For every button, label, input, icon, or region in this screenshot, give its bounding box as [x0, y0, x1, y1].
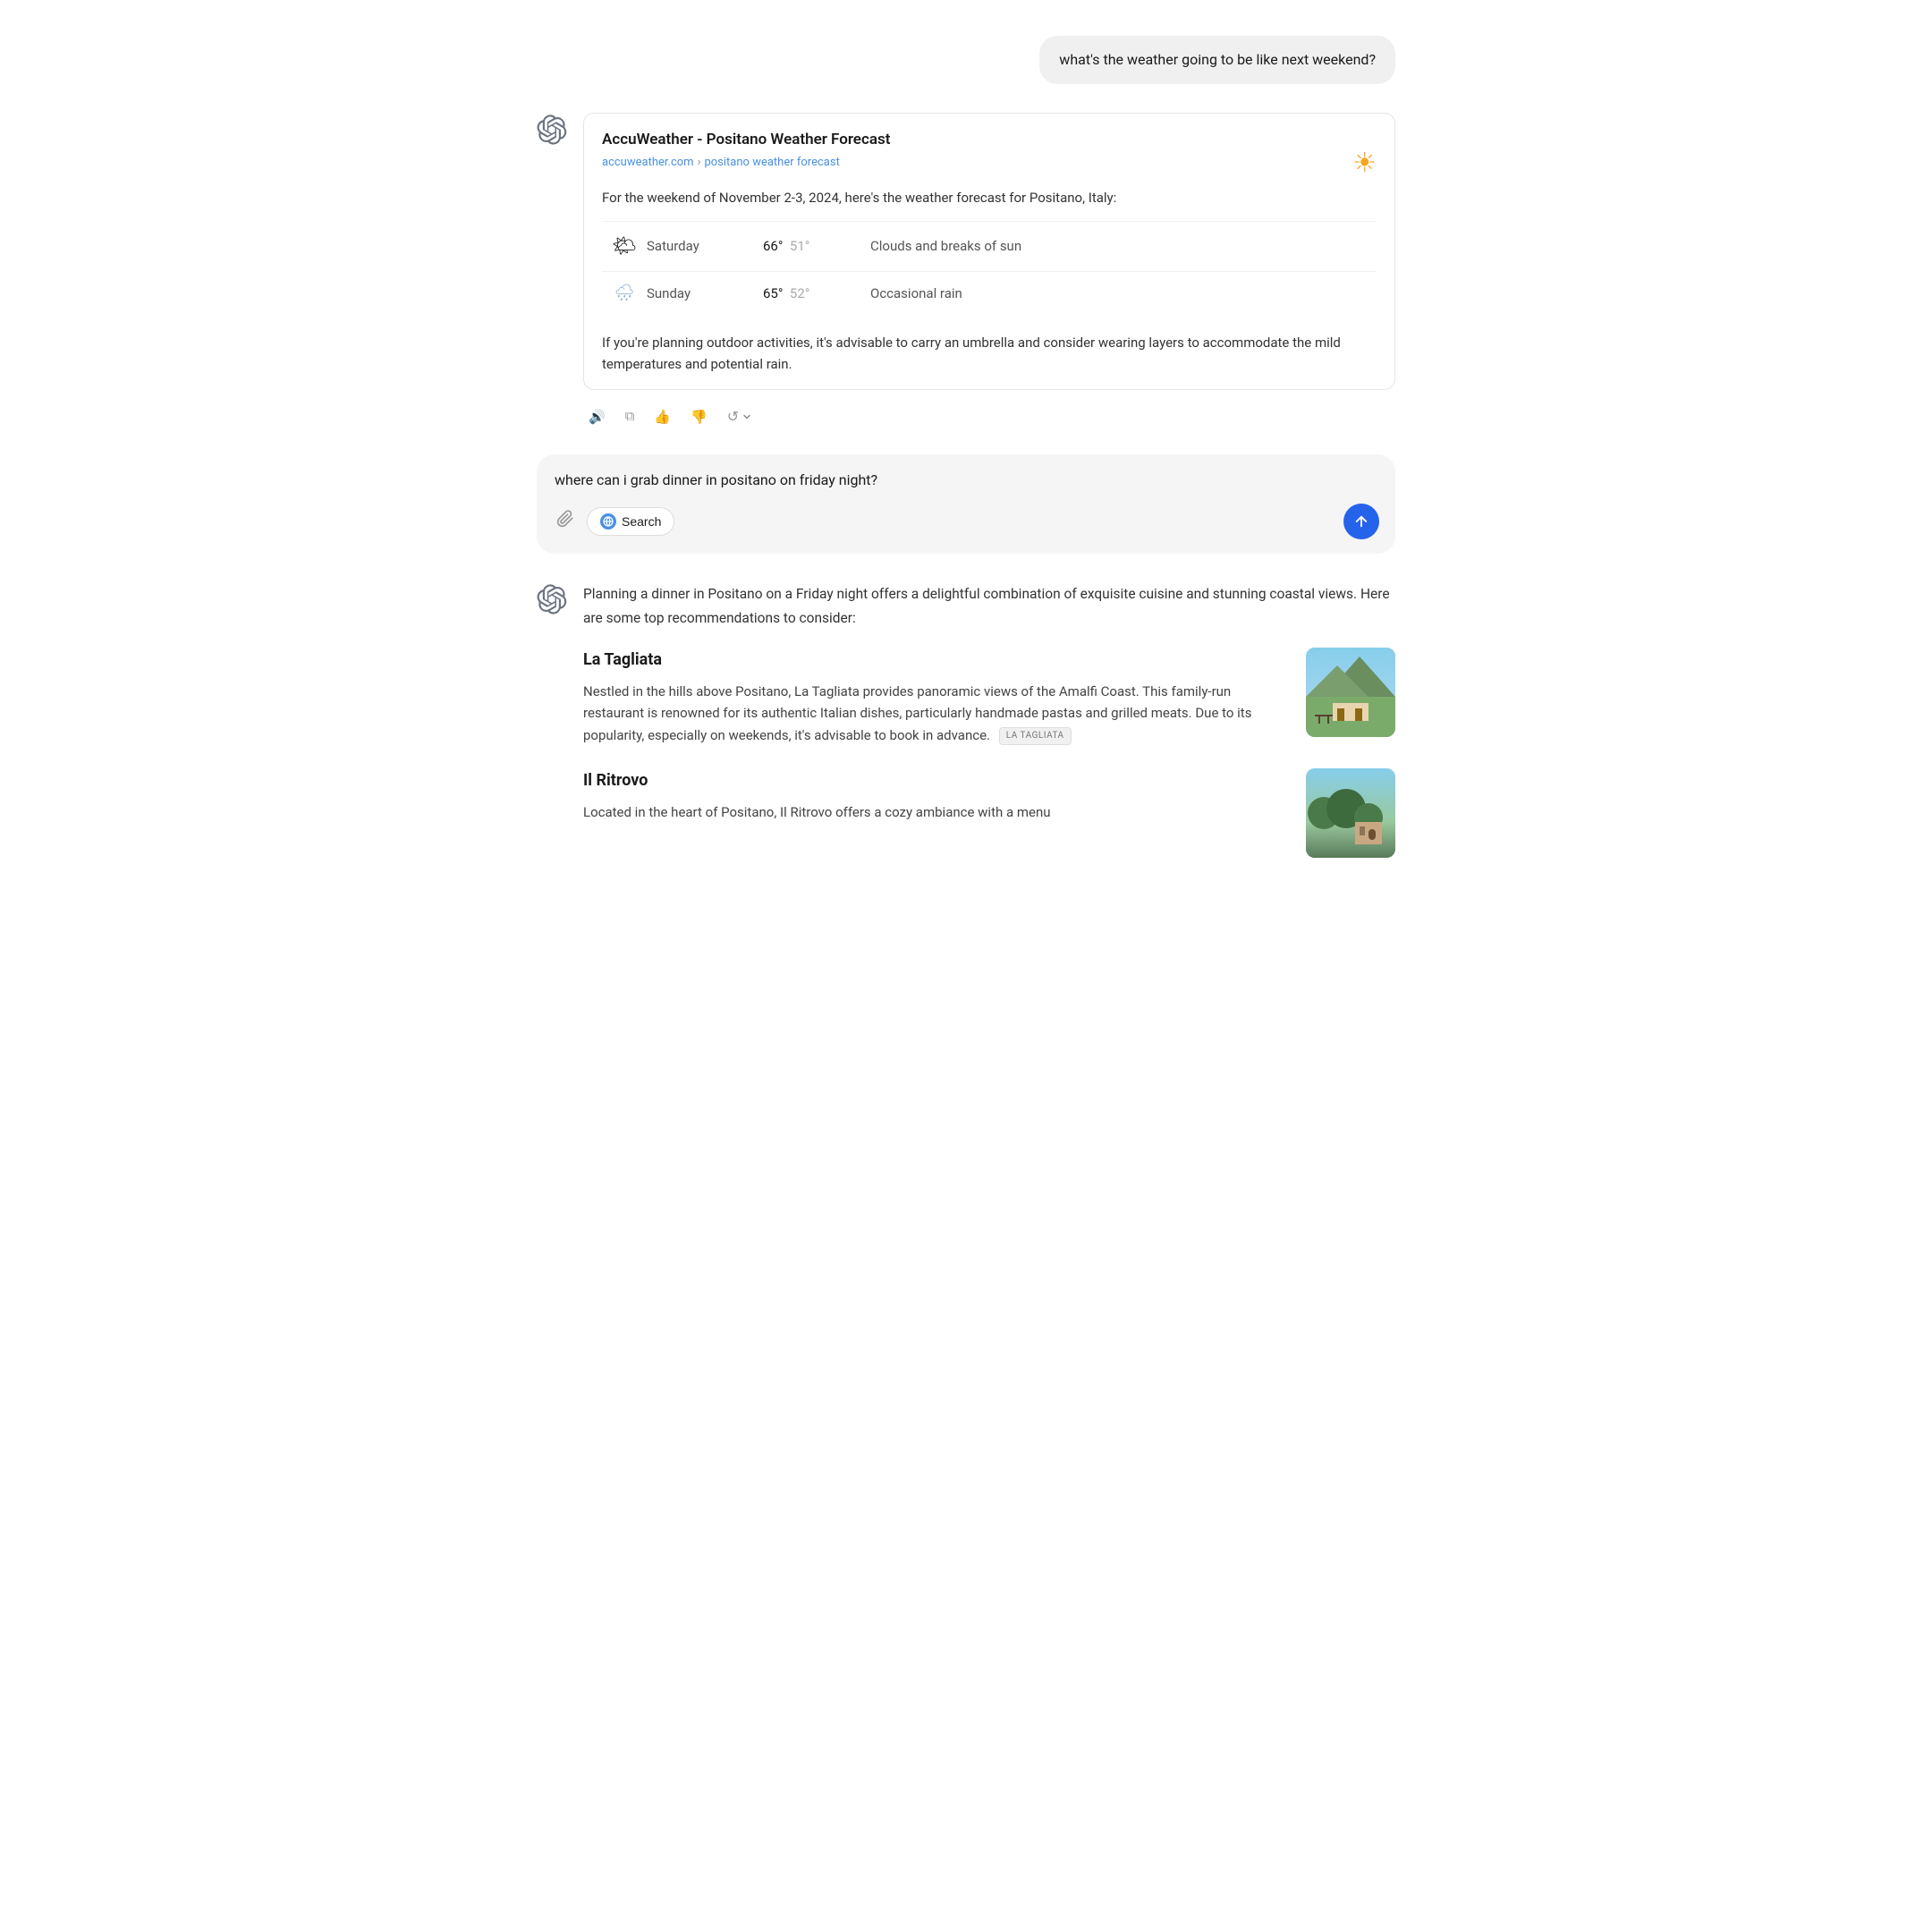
ai-weather-content: AccuWeather - Positano Weather Forecast … — [583, 113, 1395, 429]
il-ritrovo-name: Il Ritrovo — [583, 768, 1288, 794]
thumbs-down-icon: 👎 — [691, 409, 708, 425]
dinner-intro: Planning a dinner in Positano on a Frida… — [583, 582, 1395, 630]
la-tagliata-name: La Tagliata — [583, 648, 1288, 674]
input-toolbar: Search — [553, 504, 1379, 539]
ai-avatar — [537, 114, 567, 145]
url-domain[interactable]: accuweather.com — [602, 154, 694, 173]
saturday-description: Clouds and breaks of sun — [870, 235, 1021, 257]
il-ritrovo-desc: Located in the heart of Positano, Il Rit… — [583, 801, 1288, 824]
sun-decoration-icon: ☀ — [1352, 142, 1377, 185]
send-button[interactable] — [1343, 504, 1379, 539]
url-separator: › — [698, 154, 701, 173]
refresh-icon: ↺ — [727, 408, 739, 426]
weather-intro: For the weekend of November 2-3, 2024, h… — [602, 187, 1377, 208]
il-ritrovo-image — [1306, 768, 1395, 858]
thumbs-up-button[interactable]: 👍 — [648, 405, 676, 428]
user-message-1: what's the weather going to be like next… — [537, 36, 1395, 84]
input-left-controls: Search — [553, 506, 674, 537]
weather-card-body: ☀ For the weekend of November 2-3, 2024,… — [584, 187, 1394, 389]
la-tagliata-tag: LA TAGLIATA — [999, 727, 1072, 746]
weather-card-title: AccuWeather - Positano Weather Forecast — [602, 128, 1377, 152]
saturday-low: 51° — [790, 238, 809, 254]
send-arrow-icon — [1353, 513, 1369, 530]
action-bar: 🔊 ⧉ 👍 👎 ↺ — [583, 404, 1395, 429]
il-ritrovo-text: Il Ritrovo Located in the heart of Posit… — [583, 768, 1288, 824]
restaurant-il-ritrovo: Il Ritrovo Located in the heart of Posit… — [583, 768, 1395, 858]
ai-avatar-2 — [537, 584, 567, 614]
la-tagliata-desc: Nestled in the hills above Positano, La … — [583, 681, 1288, 747]
ai-dinner-response: Planning a dinner in Positano on a Frida… — [537, 582, 1395, 879]
sunday-low: 52° — [790, 285, 809, 301]
input-text-display[interactable]: where can i grab dinner in positano on f… — [553, 469, 1379, 492]
saturday-high: 66° — [763, 238, 783, 254]
sunday-high: 65° — [763, 285, 783, 301]
weather-card: AccuWeather - Positano Weather Forecast … — [583, 113, 1395, 390]
speaker-button[interactable]: 🔊 — [583, 405, 611, 428]
thumbs-up-icon: 👍 — [654, 409, 671, 425]
globe-icon — [600, 513, 616, 530]
chevron-down-icon — [742, 412, 751, 421]
paperclip-icon — [556, 510, 574, 533]
attach-button[interactable] — [553, 506, 578, 537]
copy-icon: ⧉ — [625, 409, 635, 424]
thumbs-down-button[interactable]: 👎 — [685, 405, 713, 428]
sunday-description: Occasional rain — [870, 283, 962, 304]
regenerate-button[interactable]: ↺ — [722, 404, 757, 429]
weather-advice: If you're planning outdoor activities, i… — [602, 328, 1377, 375]
copy-button[interactable]: ⧉ — [620, 405, 640, 428]
sunday-temps: 65° 52° — [763, 283, 870, 304]
saturday-day-label: Saturday — [647, 235, 763, 257]
user-text-1: what's the weather going to be like next… — [1059, 51, 1376, 68]
ai-weather-response: AccuWeather - Positano Weather Forecast … — [537, 113, 1395, 429]
restaurant-la-tagliata: La Tagliata Nestled in the hills above P… — [583, 648, 1395, 747]
weather-row-sunday: 🌧 Sunday 65° 52° Occasional rain — [602, 271, 1377, 316]
weather-card-header: AccuWeather - Positano Weather Forecast … — [584, 114, 1394, 187]
sunday-weather-icon: 🌧 — [602, 281, 647, 307]
la-tagliata-image — [1306, 648, 1395, 737]
input-box[interactable]: where can i grab dinner in positano on f… — [537, 454, 1395, 555]
speaker-icon: 🔊 — [589, 409, 606, 425]
saturday-temps: 66° 51° — [763, 235, 870, 257]
weather-card-url: accuweather.com › positano weather forec… — [602, 154, 1377, 173]
search-label: Search — [622, 514, 661, 529]
search-button[interactable]: Search — [587, 507, 674, 536]
weather-row-saturday: 🌤 Saturday 66° 51° Clouds and breaks of … — [602, 221, 1377, 271]
saturday-weather-icon: 🌤 — [602, 231, 647, 262]
ai-dinner-content: Planning a dinner in Positano on a Frida… — [583, 582, 1395, 879]
sunday-day-label: Sunday — [647, 283, 763, 304]
user-bubble-1: what's the weather going to be like next… — [1039, 36, 1395, 84]
url-path[interactable]: positano weather forecast — [704, 154, 839, 173]
la-tagliata-text: La Tagliata Nestled in the hills above P… — [583, 648, 1288, 747]
